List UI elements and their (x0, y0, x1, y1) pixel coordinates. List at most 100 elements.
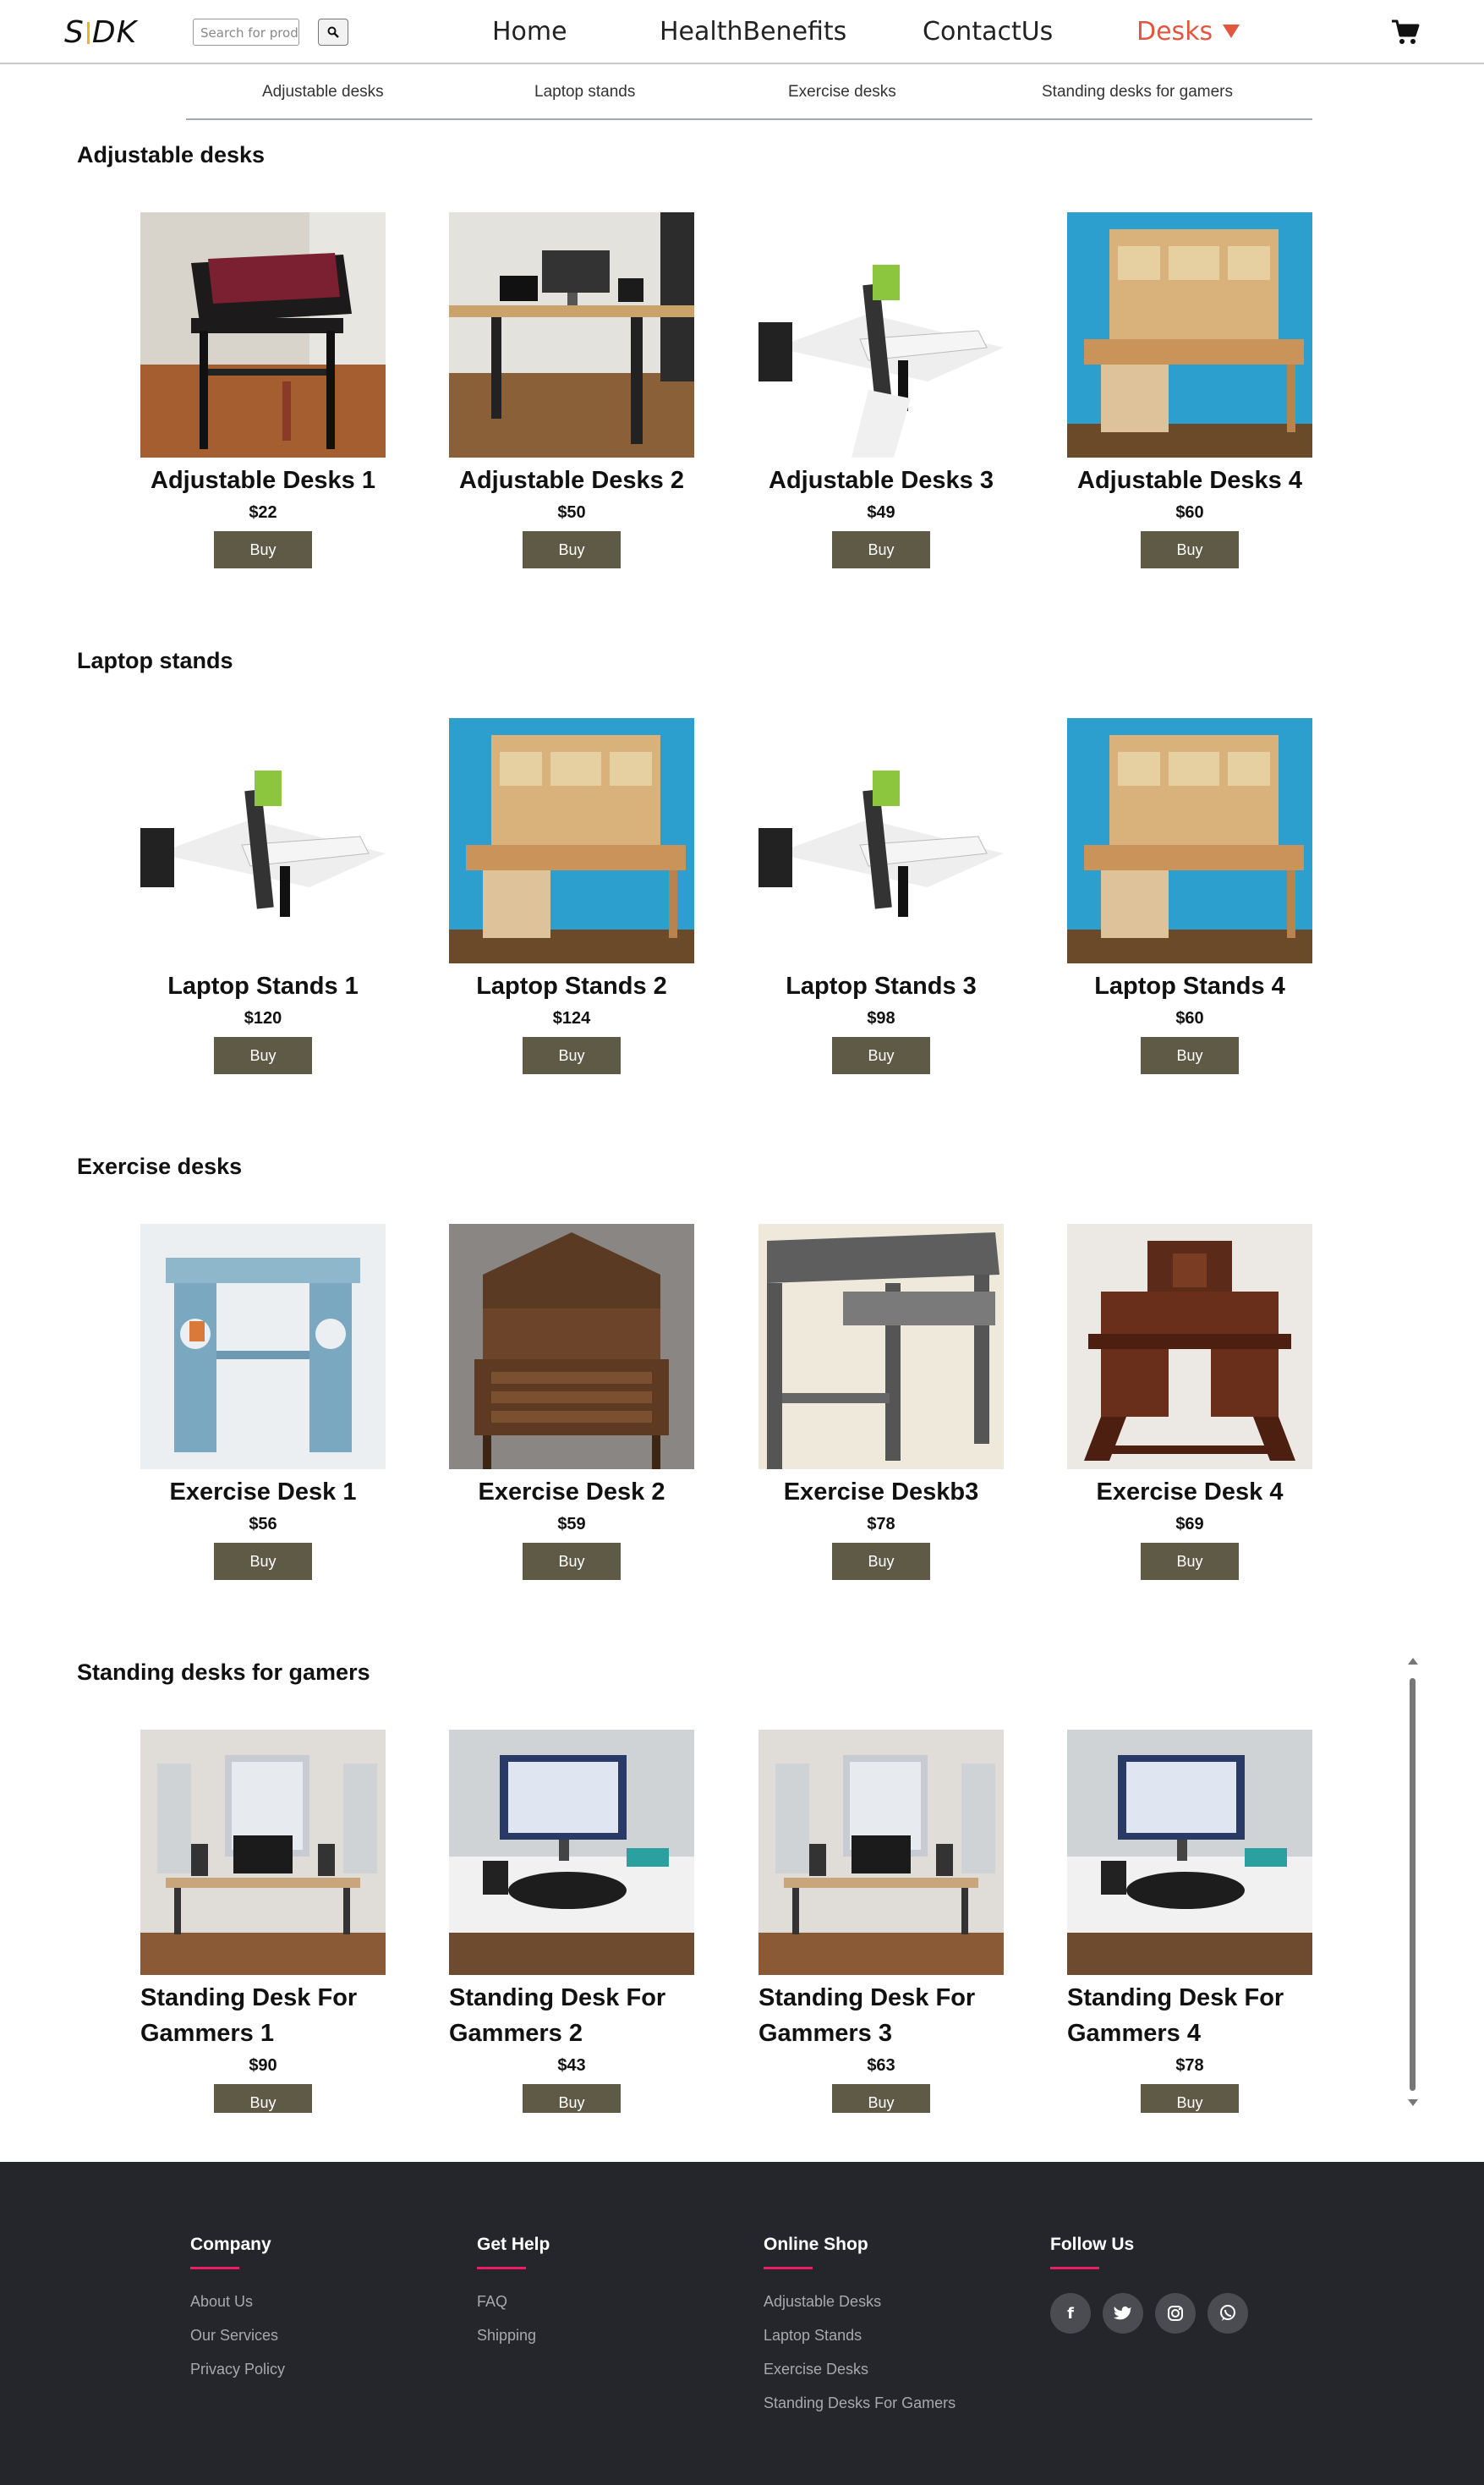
product-name[interactable]: Standing Desk For Gammers 2 (449, 1980, 694, 2051)
product-name[interactable]: Adjustable Desks 1 (140, 463, 386, 498)
buy-button[interactable]: Buy (1141, 531, 1239, 568)
footer-link-gamers[interactable]: Standing Desks For Gamers (764, 2394, 956, 2412)
footer-link-laptop[interactable]: Laptop Stands (764, 2327, 956, 2345)
logo-accent-bar (86, 22, 90, 44)
scrollbar-thumb[interactable] (1410, 1678, 1416, 2091)
product-image[interactable] (449, 718, 694, 963)
scroll-down-arrow-icon[interactable] (1408, 2099, 1418, 2106)
product-image[interactable] (140, 212, 386, 458)
footer-link-adjustable[interactable]: Adjustable Desks (764, 2293, 956, 2311)
buy-button[interactable]: Buy (523, 1543, 621, 1580)
product-name[interactable]: Laptop Stands 3 (758, 968, 1004, 1004)
product-price: $120 (244, 1009, 282, 1028)
product-image[interactable] (1067, 1730, 1312, 1975)
product-card: Laptop Stands 4 $60 Buy (1067, 718, 1312, 1074)
product-image[interactable] (449, 1730, 694, 1975)
product-price: $78 (867, 1515, 895, 1533)
buy-button[interactable]: Buy (832, 1543, 930, 1580)
footer-link-services[interactable]: Our Services (190, 2327, 285, 2345)
section-title-gamers: Standing desks for gamers (77, 1659, 370, 1685)
buy-button[interactable]: Buy (1141, 1543, 1239, 1580)
nav-contact-us[interactable]: ContactUs (923, 17, 1053, 47)
footer-link-about[interactable]: About Us (190, 2293, 285, 2311)
shopping-cart-icon[interactable] (1391, 19, 1420, 46)
social-links: f (1050, 2293, 1248, 2334)
product-name[interactable]: Standing Desk For Gammers 1 (140, 1980, 386, 2051)
product-image[interactable] (140, 1730, 386, 1975)
buy-button[interactable]: Buy (523, 531, 621, 568)
buy-button[interactable]: Buy (214, 2084, 312, 2113)
product-image[interactable] (449, 1224, 694, 1469)
footer-link-faq[interactable]: FAQ (477, 2293, 550, 2311)
product-price: $69 (1175, 1515, 1204, 1533)
twitter-icon[interactable] (1103, 2293, 1143, 2334)
product-name[interactable]: Standing Desk For Gammers 4 (1067, 1980, 1312, 2051)
product-image[interactable] (758, 1730, 1004, 1975)
nav-health-benefits[interactable]: HealthBenefits (660, 17, 846, 47)
product-name[interactable]: Exercise Desk 4 (1067, 1474, 1312, 1510)
section-title-laptop: Laptop stands (77, 648, 233, 673)
nav-home[interactable]: Home (492, 17, 567, 47)
product-name[interactable]: Adjustable Desks 2 (449, 463, 694, 498)
product-card: Adjustable Desks 1 $22 Buy (140, 212, 386, 568)
product-image[interactable] (758, 1224, 1004, 1469)
product-name[interactable]: Exercise Desk 2 (449, 1474, 694, 1510)
product-image[interactable] (758, 718, 1004, 963)
product-price: $56 (249, 1515, 277, 1533)
subnav-gamer-desks[interactable]: Standing desks for gamers (1042, 83, 1233, 101)
product-image[interactable] (449, 212, 694, 458)
buy-button[interactable]: Buy (832, 531, 930, 568)
product-name[interactable]: Laptop Stands 4 (1067, 968, 1312, 1004)
buy-button[interactable]: Buy (523, 1037, 621, 1074)
product-name[interactable]: Adjustable Desks 4 (1067, 463, 1312, 498)
product-price: $50 (557, 503, 586, 522)
caret-down-icon (1223, 25, 1240, 38)
subnav-exercise-desks[interactable]: Exercise desks (788, 83, 896, 101)
facebook-icon[interactable]: f (1050, 2293, 1091, 2334)
footer-company-column: Company About Us Our Services Privacy Po… (190, 2235, 285, 2394)
search-button[interactable] (318, 19, 348, 46)
product-image[interactable] (1067, 1224, 1312, 1469)
product-price: $49 (867, 503, 895, 522)
product-image[interactable] (1067, 212, 1312, 458)
buy-button[interactable]: Buy (1141, 1037, 1239, 1074)
product-name[interactable]: Exercise Desk 1 (140, 1474, 386, 1510)
buy-button[interactable]: Buy (214, 531, 312, 568)
product-card: Standing Desk For Gammers 3 $63 Buy (758, 1730, 1004, 2113)
product-name[interactable]: Laptop Stands 1 (140, 968, 386, 1004)
whatsapp-icon[interactable] (1207, 2293, 1248, 2334)
product-name[interactable]: Laptop Stands 2 (449, 968, 694, 1004)
product-price: $98 (867, 1009, 895, 1028)
site-logo[interactable]: S DK (64, 15, 137, 50)
product-card: Adjustable Desks 3 $49 Buy (758, 212, 1004, 568)
footer-link-exercise[interactable]: Exercise Desks (764, 2361, 956, 2378)
product-image[interactable] (1067, 718, 1312, 963)
product-name[interactable]: Exercise Deskb3 (758, 1474, 1004, 1510)
buy-button[interactable]: Buy (523, 2084, 621, 2113)
product-card: Standing Desk For Gammers 2 $43 Buy (449, 1730, 694, 2113)
scroll-up-arrow-icon[interactable] (1408, 1658, 1418, 1665)
subnav-laptop-stands[interactable]: Laptop stands (534, 83, 635, 101)
footer-link-shipping[interactable]: Shipping (477, 2327, 550, 2345)
subnav-adjustable-desks[interactable]: Adjustable desks (262, 83, 384, 101)
nav-desks-dropdown[interactable]: Desks (1136, 17, 1240, 47)
search-input[interactable]: Search for products (193, 19, 299, 46)
product-name[interactable]: Adjustable Desks 3 (758, 463, 1004, 498)
footer-link-privacy[interactable]: Privacy Policy (190, 2361, 285, 2378)
product-image[interactable] (758, 212, 1004, 458)
buy-button[interactable]: Buy (832, 2084, 930, 2113)
product-card: Exercise Desk 1 $56 Buy (140, 1224, 386, 1580)
buy-button[interactable]: Buy (214, 1037, 312, 1074)
buy-button[interactable]: Buy (832, 1037, 930, 1074)
vertical-scrollbar[interactable] (1406, 1658, 1420, 2115)
buy-button[interactable]: Buy (214, 1543, 312, 1580)
product-price: $78 (1175, 2056, 1204, 2075)
product-image[interactable] (140, 718, 386, 963)
product-card: Exercise Desk 2 $59 Buy (449, 1224, 694, 1580)
instagram-icon[interactable] (1155, 2293, 1196, 2334)
product-image[interactable] (140, 1224, 386, 1469)
product-card: Laptop Stands 3 $98 Buy (758, 718, 1004, 1074)
buy-button[interactable]: Buy (1141, 2084, 1239, 2113)
product-name[interactable]: Standing Desk For Gammers 3 (758, 1980, 1004, 2051)
product-card: Laptop Stands 1 $120 Buy (140, 718, 386, 1074)
